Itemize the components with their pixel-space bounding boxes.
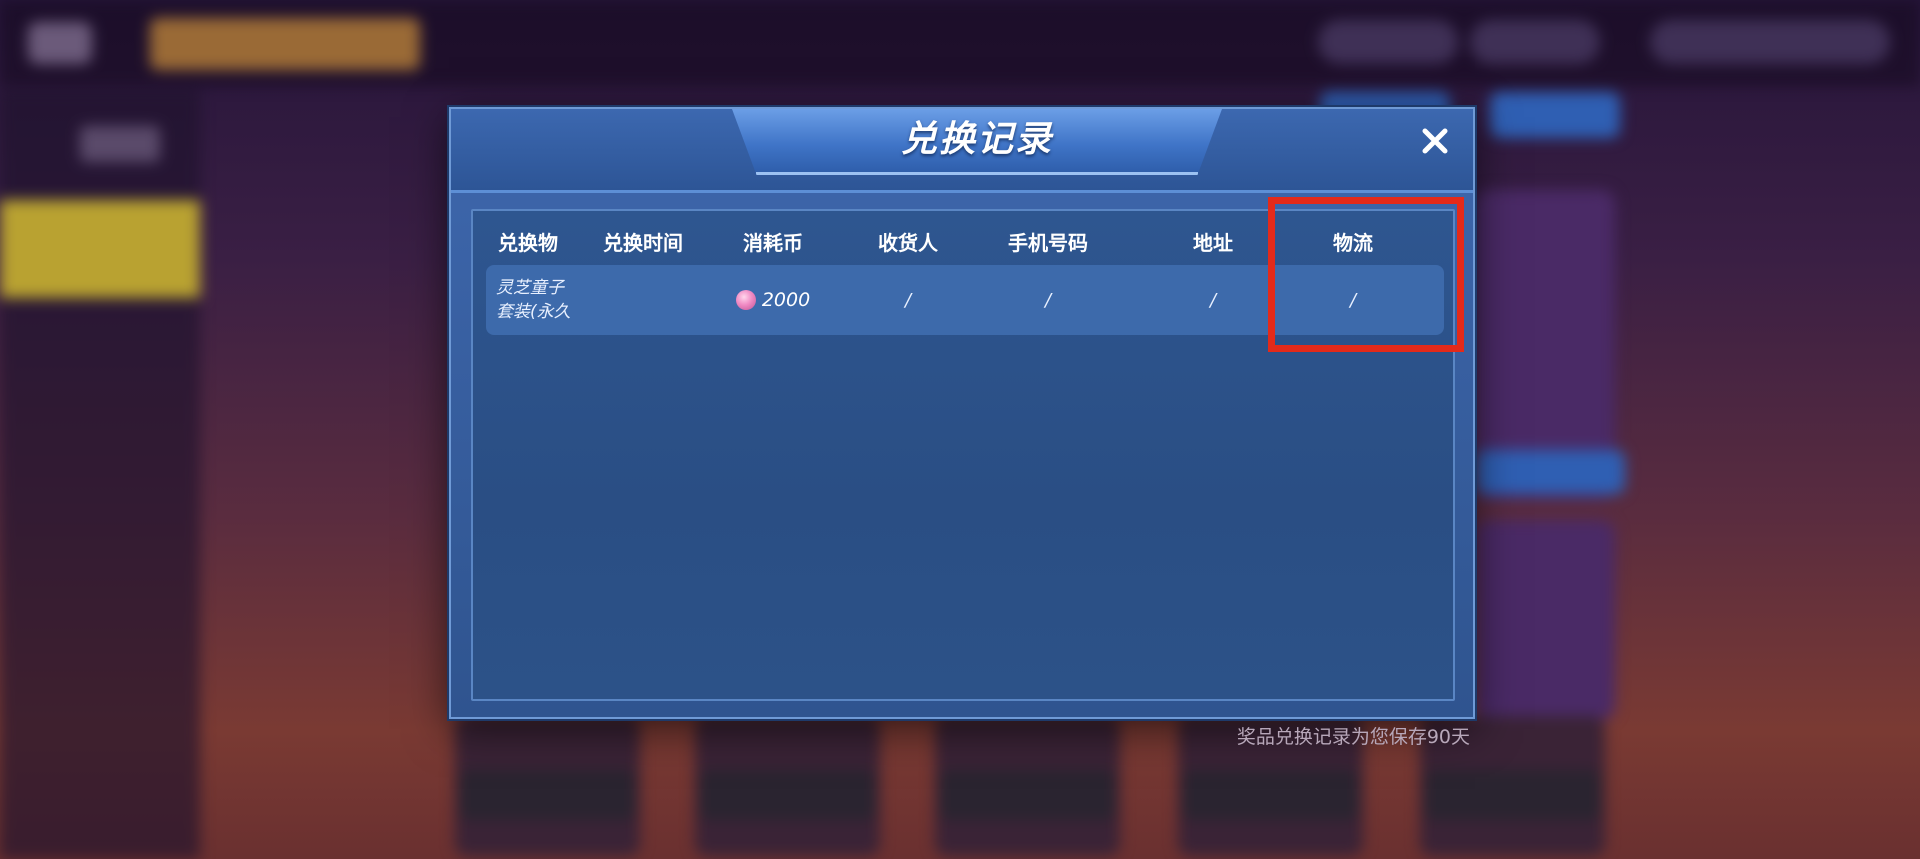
background-resource-pill bbox=[1470, 20, 1600, 64]
background-sidebar-item bbox=[80, 126, 160, 162]
receiver-cell: / bbox=[904, 289, 912, 311]
background-bottom-button bbox=[1425, 770, 1600, 820]
retention-footnote: 奖品兑换记录为您保存90天 bbox=[1236, 726, 1470, 748]
item-name-cell: 灵芝童子 套装(永久 bbox=[496, 265, 586, 335]
column-header-cost: 消耗币 bbox=[743, 231, 803, 255]
background-card bbox=[1475, 520, 1615, 720]
background-sidebar-active-item bbox=[0, 200, 200, 298]
column-header-phone: 手机号码 bbox=[1008, 231, 1088, 255]
cost-cell: 2000 bbox=[713, 265, 833, 335]
close-button[interactable] bbox=[1413, 119, 1457, 163]
dialog-title: 兑换记录 bbox=[900, 119, 1053, 160]
address-cell: / bbox=[1209, 289, 1217, 311]
background-tab bbox=[1490, 92, 1620, 138]
time-cell bbox=[578, 265, 708, 335]
item-name-line: 套装(永久 bbox=[496, 302, 571, 322]
cost-value: 2000 bbox=[761, 289, 811, 311]
background-bottom-button bbox=[460, 770, 635, 820]
column-header-receiver: 收货人 bbox=[878, 231, 938, 255]
background-page-title bbox=[150, 18, 420, 70]
item-name-line: 灵芝童子 bbox=[496, 278, 564, 298]
column-header-time: 兑换时间 bbox=[603, 231, 683, 255]
column-header-item: 兑换物 bbox=[498, 231, 558, 255]
column-header-address: 地址 bbox=[1193, 231, 1233, 255]
background-back-button bbox=[28, 22, 92, 64]
dialog-header: 兑换记录 bbox=[451, 109, 1473, 193]
background-bottom-button bbox=[1183, 770, 1358, 820]
background-card-button bbox=[1475, 450, 1625, 494]
phone-cell: / bbox=[1044, 289, 1052, 311]
close-icon bbox=[1422, 128, 1448, 154]
logistics-column-highlight bbox=[1268, 197, 1464, 352]
background-bottom-button bbox=[940, 770, 1115, 820]
background-resource-pill bbox=[1318, 20, 1458, 64]
background-bottom-button bbox=[700, 770, 875, 820]
background-resource-pill bbox=[1650, 20, 1890, 64]
coin-icon bbox=[735, 290, 756, 310]
